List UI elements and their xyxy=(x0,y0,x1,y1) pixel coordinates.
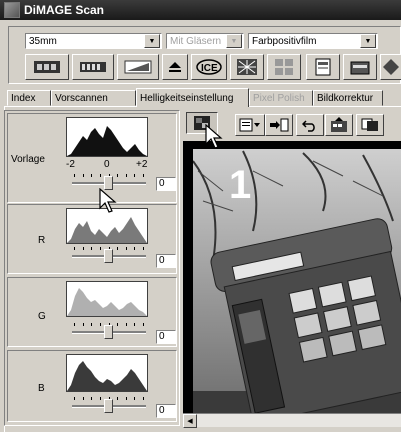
histogram-graph xyxy=(67,126,147,156)
starburst-icon xyxy=(237,59,257,75)
scale-min-label: -2 xyxy=(66,159,75,170)
green-slider-thumb[interactable] xyxy=(104,325,113,339)
red-label: R xyxy=(38,235,46,246)
green-channel-panel: G 0 xyxy=(7,277,177,347)
prescan-icon xyxy=(124,60,152,74)
glass-mount-select[interactable]: Mit Gläsern ▼ xyxy=(166,33,244,49)
ice-button[interactable]: ICE xyxy=(191,54,227,80)
diamond-icon xyxy=(383,59,399,75)
scale-mid-label: 0 xyxy=(104,159,110,170)
app-icon xyxy=(4,2,20,18)
frame-number: 1 xyxy=(229,163,252,207)
film-type-value: 35mm xyxy=(29,35,57,47)
svg-text:ICE: ICE xyxy=(201,63,218,74)
prescan-button[interactable] xyxy=(117,54,159,80)
tab-helligkeitseinstellung-label: Helligkeitseinstellung xyxy=(140,92,234,104)
red-value-field[interactable]: 0 xyxy=(156,254,176,268)
red-channel-panel: R 0 xyxy=(7,204,177,274)
master-value-field[interactable]: 0 xyxy=(156,177,176,191)
green-histogram xyxy=(66,281,148,317)
settings-button[interactable] xyxy=(306,54,340,80)
tab-index-label: Index xyxy=(11,92,36,104)
folder-icon xyxy=(350,61,370,75)
blue-channel-panel: B 0 xyxy=(7,350,177,422)
film-strip-icon xyxy=(34,61,60,73)
tab-bildkorrektur[interactable]: Bildkorrektur xyxy=(313,90,383,106)
window-title: DiMAGE Scan xyxy=(24,3,105,17)
layers-icon xyxy=(361,118,378,131)
mouse-pointer-icon xyxy=(205,124,223,149)
master-histogram xyxy=(66,117,148,157)
green-label: G xyxy=(38,311,46,322)
green-value-field[interactable]: 0 xyxy=(156,330,176,344)
tab-pixel-polish[interactable]: Pixel Polish xyxy=(249,90,313,106)
multi-sample-button[interactable] xyxy=(267,54,301,80)
document-icon xyxy=(315,58,331,76)
blue-slider-thumb[interactable] xyxy=(104,399,113,413)
auto-exposure-button[interactable] xyxy=(325,114,353,136)
index-scan-button[interactable] xyxy=(25,54,69,80)
film-mode-select[interactable]: Farbpositivfilm ▼ xyxy=(248,33,378,49)
ice-icon: ICE xyxy=(196,59,222,75)
histogram-graph xyxy=(67,217,147,243)
red-slider-thumb[interactable] xyxy=(104,249,113,263)
master-label: Vorlage xyxy=(11,154,45,165)
tab-vorscannen[interactable]: Vorscannen xyxy=(51,90,136,106)
snapshot-button[interactable] xyxy=(356,114,384,136)
arrow-right-icon xyxy=(270,118,289,132)
preview-photo xyxy=(183,141,401,413)
histogram-graph xyxy=(67,361,147,391)
chevron-left-icon: ◀ xyxy=(187,418,193,425)
tab-bildkorrektur-label: Bildkorrektur xyxy=(317,92,374,104)
scale-max-label: +2 xyxy=(136,159,148,170)
blue-value-field[interactable]: 0 xyxy=(156,404,176,418)
tab-pixel-polish-label: Pixel Polish xyxy=(253,92,305,104)
save-settings-button[interactable] xyxy=(343,54,377,80)
undo-button[interactable] xyxy=(296,114,324,136)
mouse-pointer-icon xyxy=(99,188,117,213)
preview-image[interactable]: 1 xyxy=(183,141,401,413)
grid-icon xyxy=(275,59,293,75)
chevron-down-icon[interactable]: ▼ xyxy=(144,34,160,48)
eject-icon xyxy=(169,62,181,72)
chevron-down-icon[interactable]: ▼ xyxy=(360,34,376,48)
title-bar: DiMAGE Scan xyxy=(0,0,401,20)
film-mode-value: Farbpositivfilm xyxy=(252,35,317,47)
tab-helligkeitseinstellung[interactable]: Helligkeitseinstellung xyxy=(136,88,249,107)
scroll-left-button[interactable]: ◀ xyxy=(183,414,197,428)
film-type-select[interactable]: 35mm ▼ xyxy=(25,33,162,49)
film-advance-button[interactable] xyxy=(72,54,114,80)
auto-exposure-icon xyxy=(331,117,347,132)
undo-icon xyxy=(302,120,315,132)
chevron-down-icon[interactable]: ▼ xyxy=(226,34,242,48)
tab-index[interactable]: Index xyxy=(7,90,51,106)
apply-button[interactable] xyxy=(265,114,293,136)
color-match-button[interactable] xyxy=(380,54,401,80)
tab-vorscannen-label: Vorscannen xyxy=(55,92,108,104)
film-roll-icon xyxy=(80,62,106,72)
select-menu-button[interactable] xyxy=(235,114,265,136)
eject-button[interactable] xyxy=(162,54,188,80)
blue-label: B xyxy=(38,383,45,394)
blue-histogram xyxy=(66,354,148,392)
glass-mount-value: Mit Gläsern xyxy=(170,35,222,47)
horizontal-scrollbar[interactable]: ◀ xyxy=(183,413,401,428)
histogram-graph xyxy=(67,288,147,316)
menu-icon xyxy=(239,118,260,132)
master-brightness-panel: Vorlage -2 0 +2 0 xyxy=(7,113,177,203)
grain-dissolver-button[interactable] xyxy=(230,54,264,80)
